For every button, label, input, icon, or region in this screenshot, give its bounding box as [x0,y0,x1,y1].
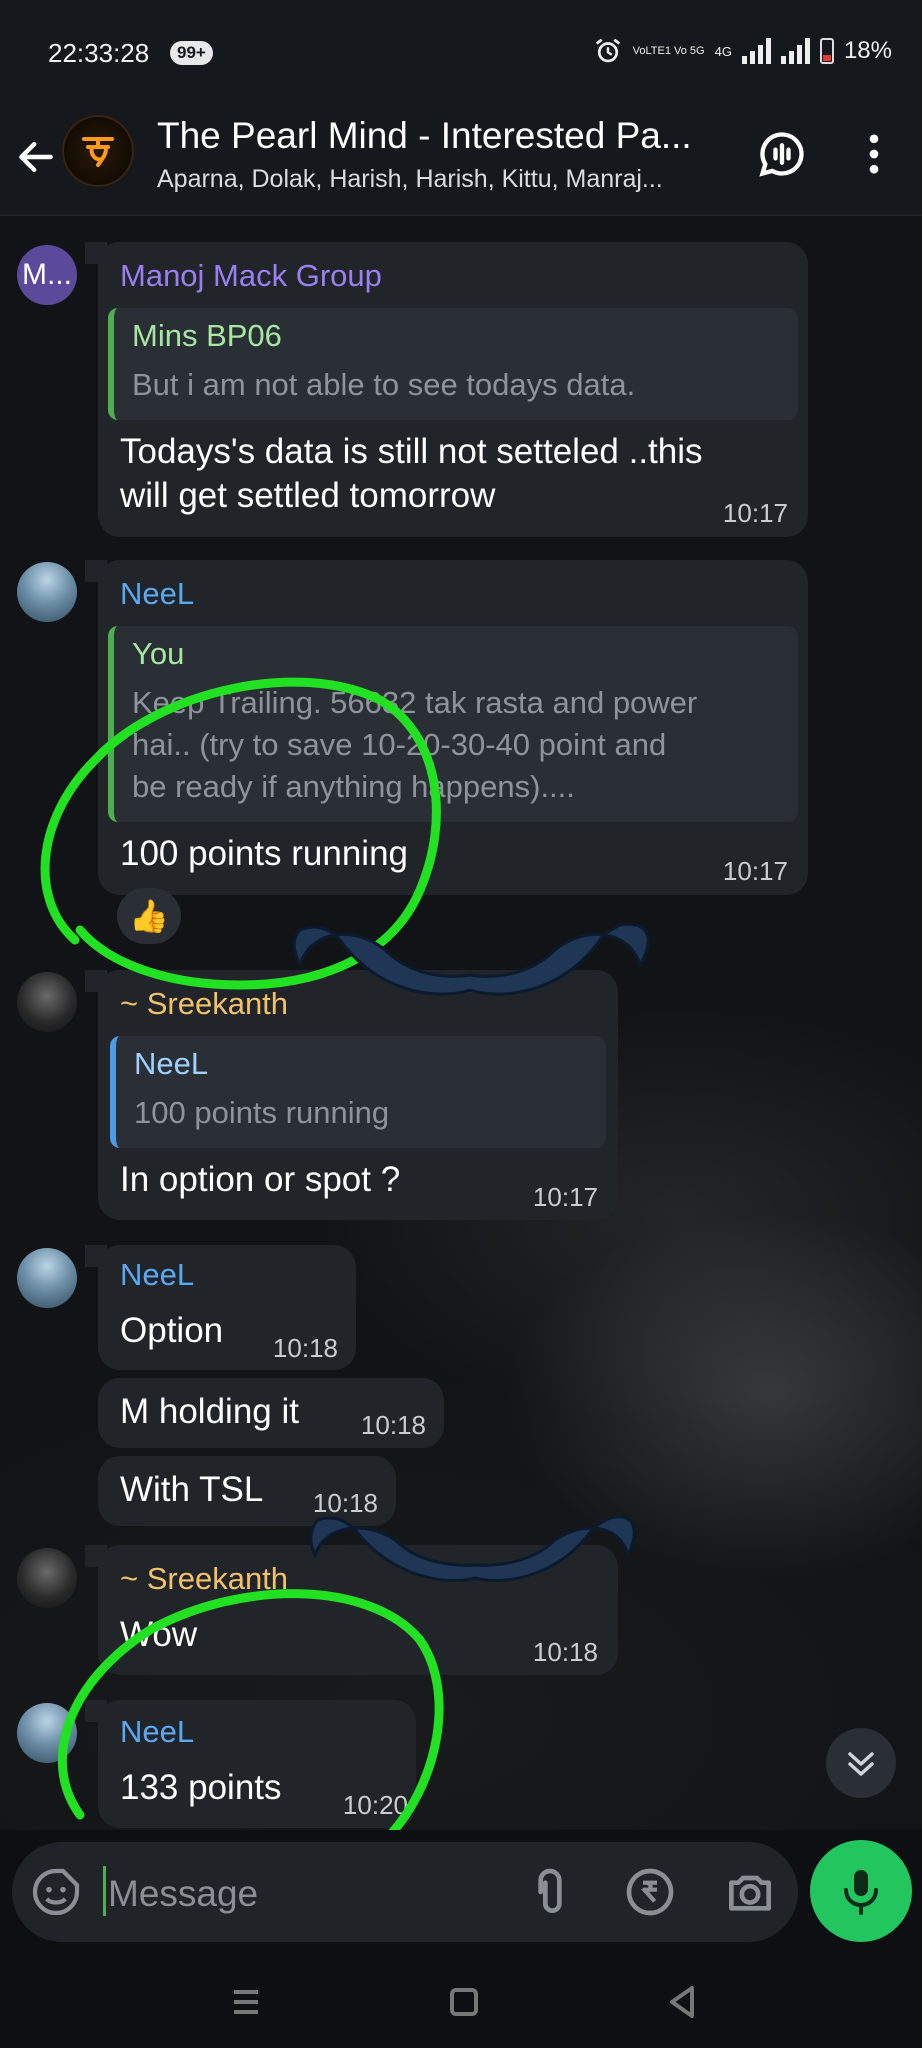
battery-percent: 18% [843,37,892,64]
message-bubble[interactable]: NeeL Option 10:18 [98,1245,356,1370]
message-text: will get settled tomorrow [120,476,496,515]
alarm-icon [595,38,620,63]
home-icon[interactable] [440,1978,488,2026]
reply-quote[interactable]: You Keep Trailing. 56632 tak rasta and p… [108,626,798,822]
avatar[interactable] [17,1703,77,1763]
message-time: 10:20 [342,1790,408,1820]
message-bubble[interactable]: NeeL You Keep Trailing. 56632 tak rasta … [98,560,808,895]
reply-text: hai.. (try to save 10-20-30-40 point and [132,727,667,762]
signal-icon-2 [780,38,810,64]
message-time: 10:17 [722,498,788,528]
avatar[interactable] [17,562,77,622]
sender-name[interactable]: NeeL [120,1257,194,1293]
message-bubble[interactable]: NeeL 133 points 10:20 [98,1700,416,1828]
sender-name[interactable]: Manoj Mack Group [120,258,382,294]
sender-name[interactable]: ~ Sreekanth [120,986,288,1022]
reply-sender: Mins BP06 [132,318,282,353]
reply-quote[interactable]: Mins BP06 But i am not able to see today… [108,308,798,420]
attach-icon[interactable] [522,1864,578,1920]
message-bubble[interactable]: ~ Sreekanth NeeL 100 points running In o… [98,970,618,1220]
battery-icon [819,38,834,64]
message-bubble[interactable]: With TSL 10:18 [98,1456,396,1526]
reaction-thumbs-up[interactable]: 👍 [117,888,181,944]
notification-badge: 99+ [170,41,213,65]
status-icons: VoLTE1 Vo 5G 4G 18% [593,36,892,66]
back-arrow-icon[interactable] [14,135,58,179]
message-time: 10:18 [312,1488,378,1518]
sender-name[interactable]: ~ Sreekanth [120,1561,288,1597]
signal-icon [741,38,771,64]
message-time: 10:17 [722,856,788,886]
voice-chat-icon[interactable] [756,128,808,180]
message-text: In option or spot ? [120,1160,401,1199]
avatar[interactable]: M... [17,245,77,305]
reply-quote[interactable]: NeeL 100 points running [110,1036,606,1148]
message-text: Wow [120,1615,198,1654]
status-bar: 22:33:28 99+ VoLTE1 Vo 5G 4G 18% [0,0,922,105]
voice-record-button[interactable] [810,1840,912,1942]
message-time: 10:18 [532,1637,598,1667]
message-bubble[interactable]: M holding it 10:18 [98,1378,444,1448]
reply-text: Keep Trailing. 56632 tak rasta and power [132,685,698,720]
reply-text: But i am not able to see todays data. [132,367,636,402]
avatar[interactable] [17,972,77,1032]
message-placeholder[interactable]: Message [108,1873,258,1915]
rupee-payment-icon[interactable] [622,1864,678,1920]
reply-sender: NeeL [134,1046,209,1081]
sender-name[interactable]: NeeL [120,576,194,612]
avatar[interactable] [17,1548,77,1608]
reply-text: 100 points running [134,1095,390,1130]
reply-text: be ready if anything happens).... [132,769,575,804]
more-options-icon[interactable] [848,128,900,180]
message-text: Todays's data is still not setteled ..th… [120,432,703,471]
lte-label: 4G [714,43,732,59]
group-avatar[interactable] [62,115,134,187]
chat-members[interactable]: Aparna, Dolak, Harish, Harish, Kittu, Ma… [157,165,663,194]
status-time: 22:33:28 [48,38,150,68]
message-text: 133 points [120,1768,282,1807]
message-bubble[interactable]: Manoj Mack Group Mins BP06 But i am not … [98,242,808,537]
chat-title[interactable]: The Pearl Mind - Interested Pa... [157,115,692,157]
message-text: Option [120,1311,224,1350]
back-nav-icon[interactable] [658,1978,706,2026]
recent-apps-icon[interactable] [222,1978,270,2026]
avatar[interactable] [17,1248,77,1308]
pearl-logo-icon [82,137,114,167]
scroll-to-bottom-button[interactable] [826,1728,896,1798]
volte-label: VoLTE1 Vo 5G [632,44,705,57]
message-time: 10:18 [272,1333,338,1363]
message-time: 10:17 [532,1182,598,1212]
message-bubble[interactable]: ~ Sreekanth Wow 10:18 [98,1545,618,1675]
message-time: 10:18 [360,1410,426,1440]
double-chevron-down-icon [848,1752,874,1776]
microphone-icon [844,1870,878,1915]
camera-icon[interactable] [722,1864,778,1920]
message-text: 100 points running [120,834,408,873]
sender-name[interactable]: NeeL [120,1714,194,1750]
reply-sender: You [132,636,185,671]
text-cursor [103,1866,106,1916]
message-text: With TSL [120,1470,264,1509]
sticker-icon[interactable] [28,1864,84,1920]
message-text: M holding it [120,1392,299,1431]
